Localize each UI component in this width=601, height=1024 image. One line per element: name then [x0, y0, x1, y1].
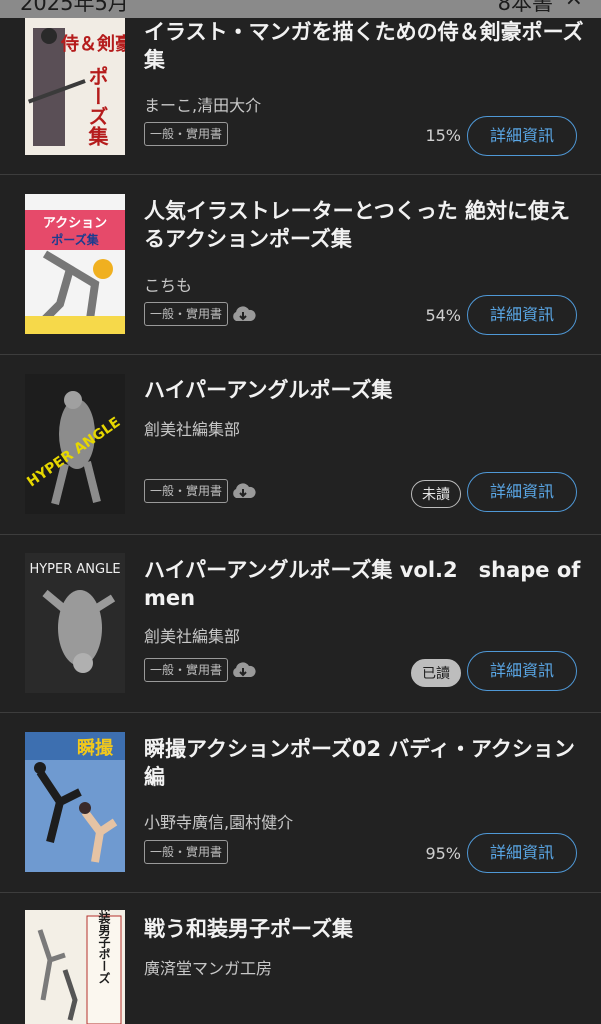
list-item[interactable]: アクション ポーズ集 人気イラストレーターとつくった 絶対に使えるアクションポー…	[0, 175, 601, 355]
cover-subtitle: ポーズ集	[51, 232, 99, 247]
category-tag: 一般・實用書	[144, 479, 229, 503]
list-item[interactable]: 戦う和装男子ポーズ 戦う和装男子ポーズ集 廣済堂マンガ工房	[0, 893, 601, 1024]
book-cover[interactable]: アクション ポーズ集	[25, 194, 125, 334]
cloud-download-icon[interactable]	[230, 661, 256, 681]
book-author: 小野寺廣信,園村健介	[144, 813, 294, 832]
book-cover[interactable]: HYPER ANGLE	[25, 374, 125, 514]
category-tag: 一般・實用書	[144, 302, 229, 326]
book-title[interactable]: 戦う和装男子ポーズ集	[144, 915, 584, 943]
book-count: 8本書	[497, 0, 553, 15]
cover-title: ポーズ集	[85, 65, 109, 146]
book-cover[interactable]: 戦う和装男子ポーズ	[25, 910, 125, 1024]
cover-title-top: 侍＆剣豪	[60, 33, 125, 55]
category-tag: 一般・實用書	[144, 658, 229, 682]
book-author: こちも	[144, 276, 193, 295]
book-author: 廣済堂マンガ工房	[144, 959, 273, 978]
top-bar: 2025年5月 8本書 ×	[0, 0, 601, 18]
cloud-download-icon[interactable]	[230, 305, 256, 325]
book-title[interactable]: ハイパーアングルポーズ集 vol.2 shape of men	[144, 556, 584, 612]
cover-title: 戦う和装男子ポーズ	[97, 910, 111, 984]
book-cover[interactable]: HYPER ANGLE	[25, 553, 125, 693]
details-button[interactable]: 詳細資訊	[467, 472, 577, 512]
month-label: 2025年5月	[20, 0, 129, 15]
book-cover[interactable]: 侍＆剣豪 ポーズ集	[25, 18, 125, 155]
book-author: まーこ,清田大介	[144, 96, 262, 115]
book-author: 創美社編集部	[144, 627, 241, 646]
unread-badge: 未讀	[411, 480, 461, 508]
category-tag: 一般・實用書	[144, 122, 229, 146]
cover-title: 瞬撮	[77, 737, 114, 759]
book-title[interactable]: 瞬撮アクションポーズ02 バディ・アクション編	[144, 735, 584, 791]
list-item[interactable]: 侍＆剣豪 ポーズ集 イラスト・マンガを描くための侍＆剣豪ポーズ集 まーこ,清田大…	[0, 0, 601, 175]
close-icon[interactable]: ×	[565, 0, 583, 11]
cover-title: アクション	[43, 216, 107, 231]
book-cover[interactable]: 瞬撮	[25, 732, 125, 872]
details-button[interactable]: 詳細資訊	[467, 116, 577, 156]
details-button[interactable]: 詳細資訊	[467, 651, 577, 691]
list-item[interactable]: 瞬撮 瞬撮アクションポーズ02 バディ・アクション編 小野寺廣信,園村健介 一般…	[0, 713, 601, 893]
book-title[interactable]: 人気イラストレーターとつくった 絶対に使えるアクションポーズ集	[144, 197, 584, 253]
reading-progress: 95%	[425, 844, 461, 863]
reading-progress: 15%	[425, 126, 461, 145]
details-button[interactable]: 詳細資訊	[467, 833, 577, 873]
book-author: 創美社編集部	[144, 420, 241, 439]
book-title[interactable]: ハイパーアングルポーズ集	[144, 376, 584, 404]
list-item[interactable]: HYPER ANGLE ハイパーアングルポーズ集 創美社編集部 一般・實用書 未…	[0, 355, 601, 535]
list-item[interactable]: HYPER ANGLE ハイパーアングルポーズ集 vol.2 shape of …	[0, 535, 601, 713]
book-title[interactable]: イラスト・マンガを描くための侍＆剣豪ポーズ集	[144, 18, 584, 74]
reading-progress: 54%	[425, 306, 461, 325]
category-tag: 一般・實用書	[144, 840, 229, 864]
details-button[interactable]: 詳細資訊	[467, 295, 577, 335]
cover-title: HYPER ANGLE	[29, 562, 120, 577]
read-badge: 已讀	[411, 659, 461, 687]
cloud-download-icon[interactable]	[230, 482, 256, 502]
